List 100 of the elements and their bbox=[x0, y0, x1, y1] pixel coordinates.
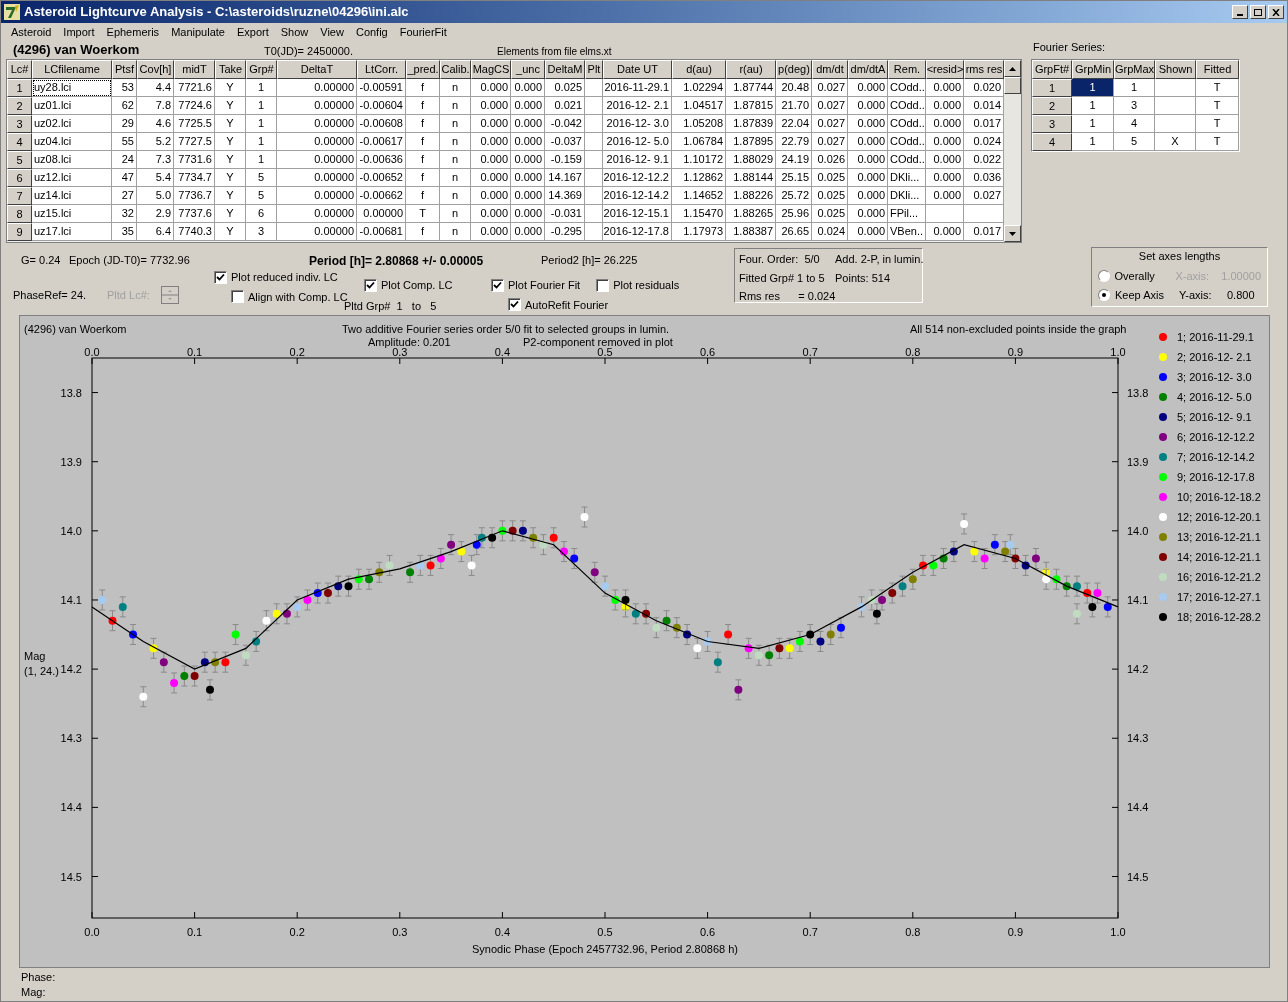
column-header[interactable]: Cov[h] bbox=[137, 60, 174, 79]
column-header[interactable]: LCfilename bbox=[32, 60, 112, 79]
row-header[interactable]: 6 bbox=[7, 169, 32, 187]
table-cell: 0.00000 bbox=[277, 169, 357, 187]
table-cell: 35 bbox=[112, 223, 137, 241]
tick-label: 0.1 bbox=[186, 346, 203, 358]
row-header[interactable]: 8 bbox=[7, 205, 32, 223]
row-header[interactable]: 2 bbox=[7, 97, 32, 115]
table-cell: 0.000 bbox=[848, 169, 888, 187]
row-header[interactable]: 1 bbox=[1032, 79, 1072, 97]
menu-item[interactable]: Ephemeris bbox=[100, 23, 166, 41]
column-header[interactable]: GrpMax bbox=[1114, 60, 1155, 79]
table-cell: 0.00000 bbox=[277, 133, 357, 151]
table-cell: 7.3 bbox=[137, 151, 174, 169]
menu-item[interactable]: Asteroid bbox=[5, 23, 58, 41]
column-header[interactable]: DeltaT bbox=[277, 60, 357, 79]
row-header[interactable]: 4 bbox=[1032, 133, 1072, 151]
column-header[interactable]: _unc bbox=[511, 60, 545, 79]
column-header[interactable]: Plt bbox=[585, 60, 603, 79]
column-header[interactable]: p(deg) bbox=[776, 60, 812, 79]
table-cell: 0.027 bbox=[964, 187, 1004, 205]
column-header[interactable]: Date UT bbox=[603, 60, 672, 79]
point bbox=[180, 672, 189, 681]
table-cell: COdd.. bbox=[888, 79, 926, 97]
column-header[interactable]: MagCS bbox=[471, 60, 511, 79]
table-cell: f bbox=[406, 187, 440, 205]
column-header[interactable]: Rem. bbox=[888, 60, 926, 79]
tick-label: 13.8 bbox=[1127, 386, 1149, 399]
column-header[interactable]: dm/dtA bbox=[848, 60, 888, 79]
column-header[interactable]: GrpFt# bbox=[1032, 60, 1072, 79]
column-header[interactable]: _pred. bbox=[406, 60, 440, 79]
table-cell: -0.00617 bbox=[357, 133, 406, 151]
tick-label: 14.4 bbox=[60, 801, 82, 814]
row-header[interactable]: 4 bbox=[7, 133, 32, 151]
column-header[interactable]: dm/dt bbox=[812, 60, 848, 79]
row-header[interactable]: 5 bbox=[7, 151, 32, 169]
table-cell: 7734.7 bbox=[174, 169, 215, 187]
point bbox=[652, 623, 661, 632]
point bbox=[1006, 540, 1015, 549]
table-cell: -0.159 bbox=[545, 151, 585, 169]
column-header[interactable]: <resid> bbox=[926, 60, 964, 79]
menu-item[interactable]: Show bbox=[274, 23, 315, 41]
tick-label: 14.3 bbox=[60, 732, 82, 745]
row-header[interactable]: 1 bbox=[7, 79, 32, 97]
table-cell: Y bbox=[215, 97, 246, 115]
table-cell: 1 bbox=[1072, 133, 1114, 151]
table-cell: 0.000 bbox=[511, 97, 545, 115]
row-header[interactable]: 3 bbox=[7, 115, 32, 133]
column-header[interactable]: Shown bbox=[1155, 60, 1196, 79]
point bbox=[1093, 589, 1102, 598]
table-cell: 0.000 bbox=[511, 205, 545, 223]
column-header[interactable]: Calib. bbox=[440, 60, 471, 79]
point bbox=[631, 609, 640, 618]
point bbox=[580, 513, 589, 522]
table-cell: 62 bbox=[112, 97, 137, 115]
menu-item[interactable]: Import bbox=[57, 23, 101, 41]
row-header[interactable]: 7 bbox=[7, 187, 32, 205]
row-header[interactable]: 9 bbox=[7, 223, 32, 241]
menu-item[interactable]: View bbox=[314, 23, 350, 41]
checkbox-label: AutoRefit Fourier bbox=[525, 297, 609, 313]
column-header[interactable]: Lc# bbox=[7, 60, 32, 79]
column-header[interactable]: rms res bbox=[964, 60, 1004, 79]
amplitude-label: Amplitude: 0.201 bbox=[368, 335, 452, 346]
column-header[interactable]: Ptsf bbox=[112, 60, 137, 79]
table-cell: 53 bbox=[112, 79, 137, 97]
menu-item[interactable]: Config bbox=[349, 23, 394, 41]
table-cell: 0.000 bbox=[511, 115, 545, 133]
row-header[interactable]: 2 bbox=[1032, 97, 1072, 115]
table-cell: 7740.3 bbox=[174, 223, 215, 241]
points-note: All 514 non-excluded points inside the graph bbox=[910, 322, 1127, 334]
column-header[interactable]: DeltaM bbox=[545, 60, 585, 79]
column-header[interactable]: midT bbox=[174, 60, 215, 79]
point bbox=[878, 595, 887, 604]
table-cell: Y bbox=[215, 133, 246, 151]
table-cell: Y bbox=[215, 169, 246, 187]
menu-item[interactable]: Export bbox=[230, 23, 275, 41]
column-header[interactable]: d(au) bbox=[672, 60, 726, 79]
point bbox=[139, 692, 148, 701]
row-header[interactable]: 3 bbox=[1032, 115, 1072, 133]
table-cell: n bbox=[440, 169, 471, 187]
column-header[interactable]: r(au) bbox=[726, 60, 776, 79]
tick-label: 14.2 bbox=[1127, 663, 1149, 676]
table-cell: 1 bbox=[1072, 115, 1114, 133]
column-header[interactable]: GrpMin bbox=[1072, 60, 1114, 79]
legend-label: 16; 2016-12-21.2 bbox=[1177, 569, 1261, 585]
column-header[interactable]: Grp# bbox=[246, 60, 277, 79]
column-header[interactable]: LtCorr. bbox=[357, 60, 406, 79]
column-header[interactable]: Fitted bbox=[1196, 60, 1239, 79]
table-cell: 55 bbox=[112, 133, 137, 151]
table-cell: 0.000 bbox=[848, 187, 888, 205]
table-cell: 1.04517 bbox=[672, 97, 726, 115]
table-cell: 0.036 bbox=[964, 169, 1004, 187]
column-header[interactable]: Take bbox=[215, 60, 246, 79]
menu-item[interactable]: FourierFit bbox=[393, 23, 453, 41]
table-cell: 2016-12-15.1 bbox=[603, 205, 672, 223]
table-cell: f bbox=[406, 223, 440, 241]
table-cell: 7721.6 bbox=[174, 79, 215, 97]
table-cell: Y bbox=[215, 187, 246, 205]
table-cell: 25.15 bbox=[776, 169, 812, 187]
menu-item[interactable]: Manipulate bbox=[165, 23, 231, 41]
